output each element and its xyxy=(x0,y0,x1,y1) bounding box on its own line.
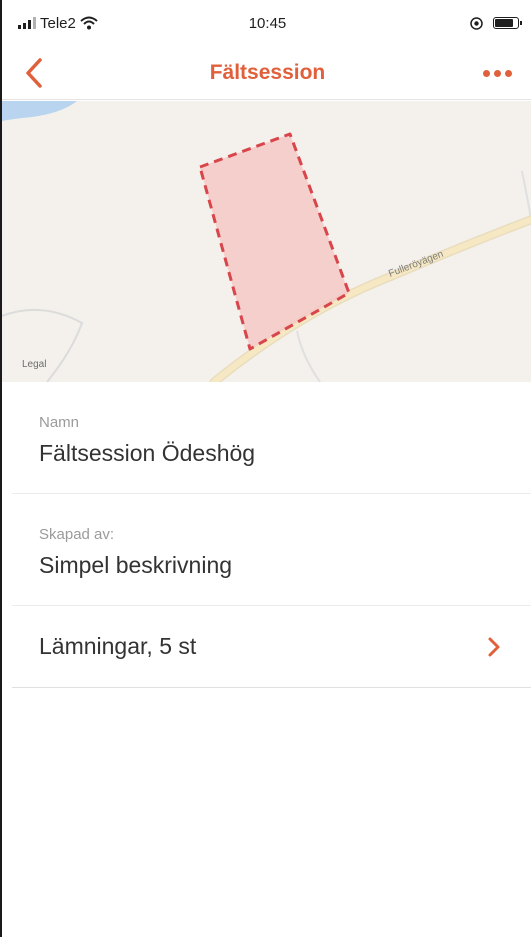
app-screen: Tele2 10:45 Fältsession Fulleröyägen Leg… xyxy=(0,0,531,937)
more-button[interactable] xyxy=(477,60,517,86)
back-button[interactable] xyxy=(20,56,50,90)
battery-icon xyxy=(493,17,522,29)
more-horizontal-icon xyxy=(482,69,490,77)
map-track xyxy=(2,308,84,382)
field-label: Skapad av: xyxy=(39,526,115,543)
chevron-left-icon xyxy=(26,58,42,88)
wifi-icon xyxy=(80,16,98,30)
carrier-label: Tele2 xyxy=(40,14,76,32)
status-left: Tele2 xyxy=(18,15,98,32)
created-by-field: Skapad av: Simpel beskrivning xyxy=(12,494,531,606)
remains-label: Lämningar, 5 st xyxy=(39,633,197,659)
field-value: Fältsession Ödeshög xyxy=(39,440,256,466)
status-right xyxy=(470,16,522,30)
remains-row[interactable]: Lämningar, 5 st xyxy=(12,606,531,688)
chevron-right-icon xyxy=(488,637,500,657)
details-list: Namn Fältsession Ödeshög Skapad av: Simp… xyxy=(12,382,531,688)
status-bar: Tele2 10:45 xyxy=(2,0,531,46)
location-icon xyxy=(470,16,483,30)
field-value: Simpel beskrivning xyxy=(39,552,233,578)
signal-icon xyxy=(18,17,36,29)
map-track xyxy=(296,330,321,382)
legal-link[interactable]: Legal xyxy=(22,359,46,370)
navigation-bar: Fältsession xyxy=(2,46,531,100)
name-field: Namn Fältsession Ödeshög xyxy=(12,382,531,494)
map-view[interactable]: Fulleröyägen Legal xyxy=(2,101,531,382)
water-area xyxy=(2,101,77,121)
road-label: Fulleröyägen xyxy=(387,249,445,280)
field-label: Namn xyxy=(39,414,80,431)
map-canvas: Fulleröyägen xyxy=(2,101,531,382)
page-title: Fältsession xyxy=(209,60,326,84)
field-session-area xyxy=(198,132,351,351)
